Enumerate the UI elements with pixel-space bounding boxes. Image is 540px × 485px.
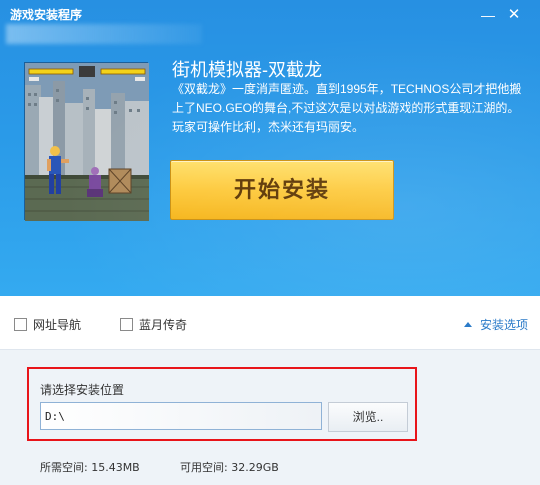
install-path-input[interactable] (40, 402, 322, 430)
game-description: 《双截龙》一度消声匿迹。直到1995年，TECHNOS公司才把他搬上了NEO.G… (172, 82, 522, 134)
web-navigation-label: 网址导航 (33, 317, 82, 332)
browse-button[interactable]: 浏览.. (328, 402, 408, 432)
game-title: 街机模拟器-双截龙 (172, 60, 322, 80)
option-bluemoon[interactable]: 蓝月传奇 (120, 316, 187, 332)
game-screenshot (24, 62, 149, 221)
web-navigation-checkbox[interactable] (14, 317, 27, 331)
bluemoon-checkbox[interactable] (120, 317, 133, 331)
install-location-panel: 请选择安装位置 浏览.. 所需空间: 15.43MB 可用空间: 32.29GB (0, 351, 540, 485)
bluemoon-label: 蓝月传奇 (139, 317, 188, 332)
free-space-text: 可用空间: 32.29GB (180, 461, 279, 474)
header-banner: 游戏安装程序 — ✕ 街机模拟器-双截龙 《双截龙》一度消声匿迹。直到1995年… (0, 0, 540, 296)
close-button[interactable]: ✕ (504, 5, 524, 25)
required-space-text: 所需空间: 15.43MB (40, 461, 140, 474)
options-bar: 网址导航 蓝月传奇 安装选项 (0, 296, 540, 350)
option-web-navigation[interactable]: 网址导航 (14, 316, 81, 332)
window-title: 游戏安装程序 (10, 8, 83, 22)
game-screenshot-art (25, 63, 149, 221)
install-location-label: 请选择安装位置 (40, 383, 125, 397)
install-options-label: 安装选项 (480, 317, 529, 332)
minimize-button[interactable]: — (478, 5, 498, 25)
install-options-toggle[interactable]: 安装选项 (464, 316, 528, 332)
watermark-logo (6, 24, 202, 44)
start-install-button[interactable]: 开始安装 (170, 160, 394, 220)
caret-up-icon (464, 321, 472, 327)
